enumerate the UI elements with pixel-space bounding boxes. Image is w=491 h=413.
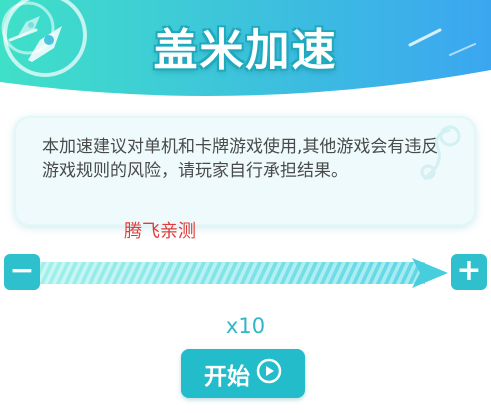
start-button[interactable]: 开始	[181, 349, 305, 398]
increase-button[interactable]: +	[451, 254, 487, 290]
decoration-icon	[420, 125, 461, 181]
header-banner: 盖米加速	[0, 0, 491, 110]
page-title: 盖米加速	[153, 25, 338, 76]
speed-multiplier: x10	[225, 314, 266, 338]
watermark-text: 腾飞亲测	[124, 221, 196, 242]
notice-text: 本加速建议对单机和卡牌游戏使用,其他游戏会有违反游戏规则的风险，请玩家自行承担结…	[42, 137, 439, 181]
start-button-label: 开始	[204, 363, 250, 390]
decrease-button[interactable]: −	[4, 254, 40, 290]
speed-slider[interactable]	[40, 258, 448, 288]
notice-card: 本加速建议对单机和卡牌游戏使用,其他游戏会有违反游戏规则的风险，请玩家自行承担结…	[14, 116, 476, 226]
play-circle-icon	[256, 358, 282, 390]
